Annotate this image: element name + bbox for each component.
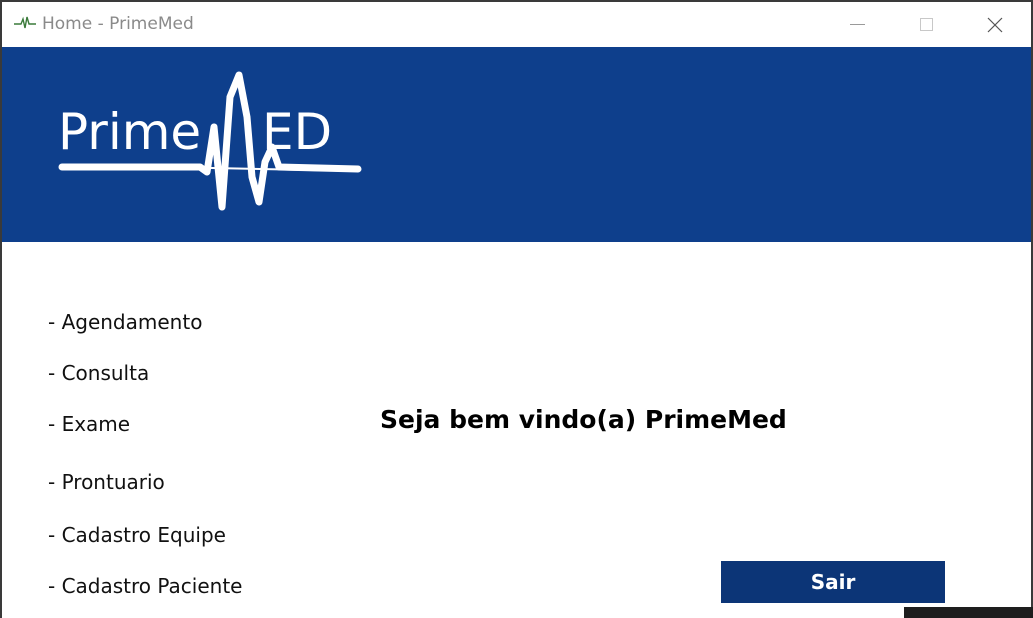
minimize-icon xyxy=(849,24,865,25)
taskbar-edge xyxy=(904,607,1033,618)
menu-item-exame[interactable]: - Exame xyxy=(48,412,130,436)
logo-text-prime: Prime xyxy=(58,103,201,161)
maximize-button[interactable] xyxy=(891,2,961,47)
title-bar: Home - PrimeMed xyxy=(2,2,1031,47)
header-banner: Prime ED xyxy=(2,47,1031,242)
maximize-icon xyxy=(919,18,933,31)
close-icon xyxy=(987,17,1003,32)
close-button[interactable] xyxy=(960,2,1030,47)
primemed-logo: Prime ED xyxy=(58,71,362,211)
menu-item-prontuario[interactable]: - Prontuario xyxy=(48,470,165,494)
welcome-message: Seja bem vindo(a) PrimeMed xyxy=(380,405,787,434)
heartbeat-icon xyxy=(14,16,36,29)
minimize-button[interactable] xyxy=(822,2,892,47)
menu-item-agendamento[interactable]: - Agendamento xyxy=(48,310,202,334)
window-title: Home - PrimeMed xyxy=(42,14,194,34)
menu-item-cadastro-paciente[interactable]: - Cadastro Paciente xyxy=(48,574,242,598)
menu-item-consulta[interactable]: - Consulta xyxy=(48,361,149,385)
app-window: Home - PrimeMed Prime ED - Agendamento -… xyxy=(0,0,1033,618)
exit-button[interactable]: Sair xyxy=(721,561,945,603)
menu-item-cadastro-equipe[interactable]: - Cadastro Equipe xyxy=(48,523,226,547)
